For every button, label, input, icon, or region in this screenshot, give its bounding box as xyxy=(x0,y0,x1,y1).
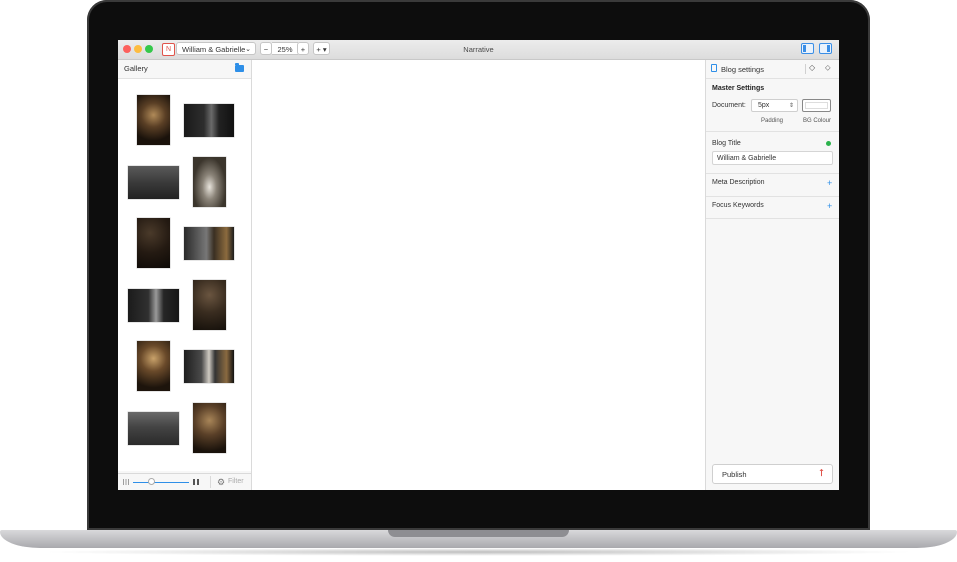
small-grid-icon[interactable] xyxy=(123,479,129,485)
publish-button[interactable]: Publish ⭡ xyxy=(712,464,833,484)
stepper-icon[interactable]: ⇕ xyxy=(789,100,794,112)
app-window: N William & Gabrielle ⌄ − 25% + + ▾ Narr… xyxy=(118,40,839,490)
footer-divider xyxy=(210,476,211,488)
panel-header: Blog settings ◇ ⬦ xyxy=(706,60,839,79)
photo-thumbnail[interactable] xyxy=(128,289,179,322)
bg-colour-label: BG Colour xyxy=(803,118,832,124)
title-bar: N William & Gabrielle ⌄ − 25% + + ▾ Narr… xyxy=(118,40,839,60)
divider xyxy=(706,173,839,174)
divider xyxy=(706,131,839,132)
gallery-header: Gallery xyxy=(118,60,251,79)
padding-input[interactable]: 5px ⇕ xyxy=(751,99,798,112)
photo-thumbnail[interactable] xyxy=(137,95,170,145)
photo-thumbnail[interactable] xyxy=(184,104,234,137)
gallery-footer: ⚙ Filter xyxy=(118,473,251,490)
publish-label: Publish xyxy=(722,470,747,479)
photo-thumbnail[interactable] xyxy=(137,218,170,268)
upload-arrow-icon: ⭡ xyxy=(819,468,824,479)
toggle-left-panel-icon[interactable] xyxy=(801,43,814,54)
photo-thumbnail[interactable] xyxy=(128,166,179,199)
blog-canvas[interactable] xyxy=(252,60,705,490)
add-focus-keywords-icon[interactable]: + xyxy=(827,201,832,211)
document-label: Document: xyxy=(712,102,746,109)
padding-value: 5px xyxy=(758,102,770,109)
photo-thumbnail[interactable] xyxy=(193,157,226,207)
photo-thumbnail[interactable] xyxy=(184,227,234,260)
photo-thumbnail[interactable] xyxy=(193,403,226,453)
focus-keywords-label[interactable]: Focus Keywords xyxy=(712,202,764,209)
diamond-icon[interactable]: ◇ xyxy=(809,63,815,72)
large-grid-icon[interactable] xyxy=(193,479,199,485)
toggle-right-panel-icon[interactable] xyxy=(819,43,832,54)
slider-handle[interactable] xyxy=(148,478,155,485)
add-meta-description-icon[interactable]: + xyxy=(827,178,832,188)
photo-thumbnail[interactable] xyxy=(137,341,170,391)
laptop-shadow xyxy=(40,548,917,556)
laptop-notch xyxy=(388,530,569,537)
gallery-thumbnails xyxy=(118,79,251,471)
gallery-title: Gallery xyxy=(124,64,148,73)
tag-icon[interactable]: ⬦ xyxy=(825,63,831,73)
meta-description-label[interactable]: Meta Description xyxy=(712,179,765,186)
filter-button[interactable]: Filter xyxy=(228,478,244,485)
status-ok-icon xyxy=(826,141,831,146)
folder-icon[interactable] xyxy=(235,63,244,72)
blog-title-label: Blog Title xyxy=(712,140,741,147)
blog-settings-panel: Blog settings ◇ ⬦ Master Settings Docume… xyxy=(705,60,839,490)
panel-title[interactable]: Blog settings xyxy=(721,65,764,74)
divider xyxy=(706,196,839,197)
padding-label: Padding xyxy=(761,118,784,124)
document-icon xyxy=(711,64,717,72)
photo-thumbnail[interactable] xyxy=(184,350,234,383)
blog-title-input[interactable]: William & Gabrielle xyxy=(712,151,833,165)
photo-thumbnail[interactable] xyxy=(193,280,226,330)
thumbnail-size-slider[interactable] xyxy=(133,481,189,483)
header-divider xyxy=(805,64,806,74)
photo-thumbnail[interactable] xyxy=(128,412,179,445)
gear-icon[interactable]: ⚙ xyxy=(217,477,225,487)
master-settings-heading: Master Settings xyxy=(712,85,765,92)
bg-colour-swatch[interactable] xyxy=(802,99,831,112)
gallery-sidebar: Gallery ⚙ Filter xyxy=(118,60,252,490)
divider xyxy=(706,218,839,219)
window-title: Narrative xyxy=(463,45,494,54)
